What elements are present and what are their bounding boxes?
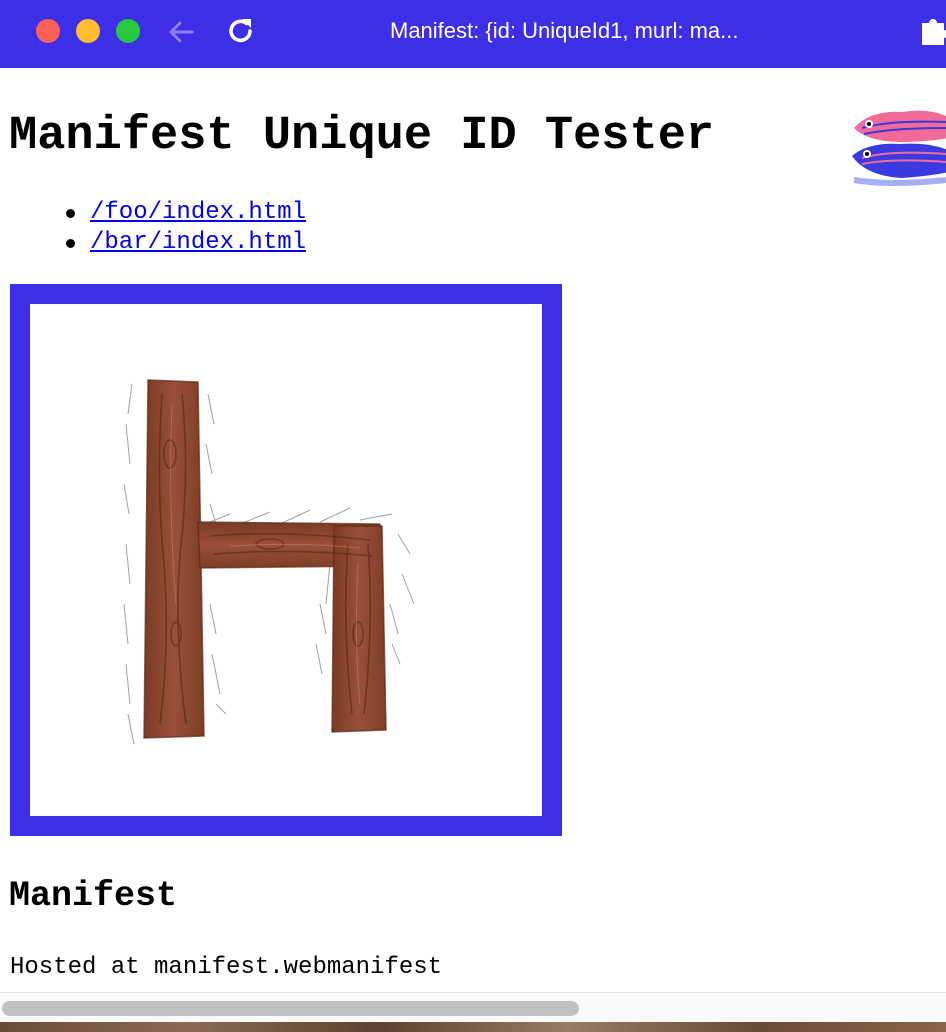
reload-icon[interactable] xyxy=(224,14,258,48)
desktop-background xyxy=(0,1022,946,1032)
bullet-icon xyxy=(66,209,75,218)
window-title: Manifest: {id: UniqueId1, murl: ma... xyxy=(390,18,739,43)
maximize-window-button[interactable] xyxy=(116,19,140,43)
window-titlebar: Manifest: {id: UniqueId1, murl: ma... xyxy=(0,0,946,68)
fish-logo-icon xyxy=(850,106,946,188)
minimize-window-button[interactable] xyxy=(76,19,100,43)
page-content: Manifest Unique ID Tester /foo/index.htm… xyxy=(0,68,946,992)
horizontal-scrollbar[interactable] xyxy=(0,992,946,1023)
link-bar-index[interactable]: /bar/index.html xyxy=(90,228,306,258)
app-icon-frame xyxy=(10,284,562,836)
wooden-h-letter-icon xyxy=(123,379,415,745)
hosted-at-text: Hosted at manifest.webmanifest xyxy=(10,954,443,981)
manifest-heading: Manifest xyxy=(9,876,178,916)
back-arrow-icon[interactable] xyxy=(166,16,198,48)
puzzle-extension-icon[interactable] xyxy=(919,15,946,47)
scrollbar-thumb[interactable] xyxy=(2,1001,579,1016)
close-window-button[interactable] xyxy=(36,19,60,43)
link-foo-index[interactable]: /foo/index.html xyxy=(90,198,306,228)
page-title: Manifest Unique ID Tester xyxy=(9,110,715,163)
bullet-icon xyxy=(66,239,75,248)
